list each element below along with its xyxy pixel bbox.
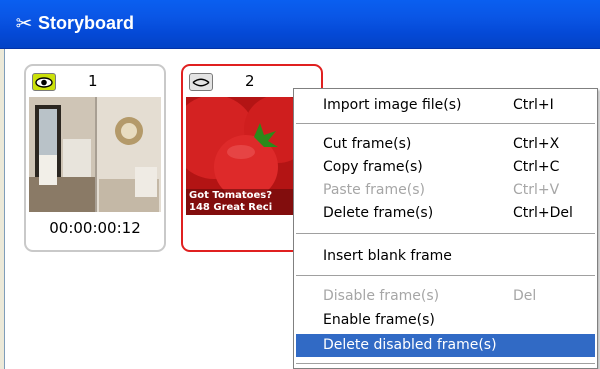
storyboard-frame[interactable]: 1 00:00:00:12 [24, 64, 166, 252]
menu-item-shortcut: Ctrl+V [513, 182, 560, 198]
eye-open-icon[interactable] [32, 73, 56, 91]
menu-item-label: Delete frame(s) [323, 205, 434, 221]
menu-item-paste-frame[interactable]: Paste frame(s) Ctrl+V [296, 179, 595, 202]
menu-separator [296, 275, 595, 276]
menu-item-label: Cut frame(s) [323, 136, 412, 152]
window-title: Storyboard [38, 13, 135, 33]
frame-thumbnail [29, 97, 161, 212]
thumbnail-caption-line2: 148 Great Reci [189, 202, 273, 213]
menu-separator [296, 363, 595, 364]
menu-item-shortcut: Ctrl+Del [513, 205, 573, 221]
menu-item-delete-disabled-frames[interactable]: Delete disabled frame(s) [296, 334, 595, 357]
menu-item-shortcut: Ctrl+I [513, 97, 554, 113]
scissors-icon: ✂ [15, 11, 33, 35]
menu-item-label: Paste frame(s) [323, 182, 425, 198]
menu-item-label: Insert blank frame [323, 248, 452, 264]
menu-item-delete-frame[interactable]: Delete frame(s) Ctrl+Del [296, 202, 595, 225]
menu-item-label: Enable frame(s) [323, 312, 435, 328]
menu-item-shortcut: Ctrl+X [513, 136, 560, 152]
eye-closed-icon[interactable] [189, 73, 213, 91]
menu-item-shortcut: Ctrl+C [513, 159, 560, 175]
menu-item-label: Import image file(s) [323, 97, 462, 113]
menu-separator [296, 233, 595, 234]
menu-item-label: Copy frame(s) [323, 159, 423, 175]
menu-item-label: Delete disabled frame(s) [323, 337, 497, 353]
menu-item-enable-frame[interactable]: Enable frame(s) [296, 309, 595, 332]
context-menu: Import image file(s) Ctrl+I Cut frame(s)… [293, 88, 598, 369]
menu-item-copy-frame[interactable]: Copy frame(s) Ctrl+C [296, 156, 595, 179]
menu-item-insert-blank-frame[interactable]: Insert blank frame [296, 245, 595, 268]
menu-item-cut-frame[interactable]: Cut frame(s) Ctrl+X [296, 133, 595, 156]
menu-item-disable-frame[interactable]: Disable frame(s) Del [296, 285, 595, 308]
menu-separator [296, 123, 595, 124]
window-titlebar: ✂ Storyboard [0, 0, 600, 49]
menu-item-shortcut: Del [513, 288, 537, 304]
thumbnail-caption-line1: Got Tomatoes? [189, 190, 273, 201]
frame-number: 2 [245, 72, 255, 90]
frame-thumbnail: Got Tomatoes? 148 Great Reci [186, 97, 304, 215]
frame-timecode: 00:00:00:12 [49, 219, 141, 237]
frame-number: 1 [88, 72, 98, 90]
menu-item-label: Disable frame(s) [323, 288, 440, 304]
menu-item-import-image[interactable]: Import image file(s) Ctrl+I [296, 94, 595, 117]
